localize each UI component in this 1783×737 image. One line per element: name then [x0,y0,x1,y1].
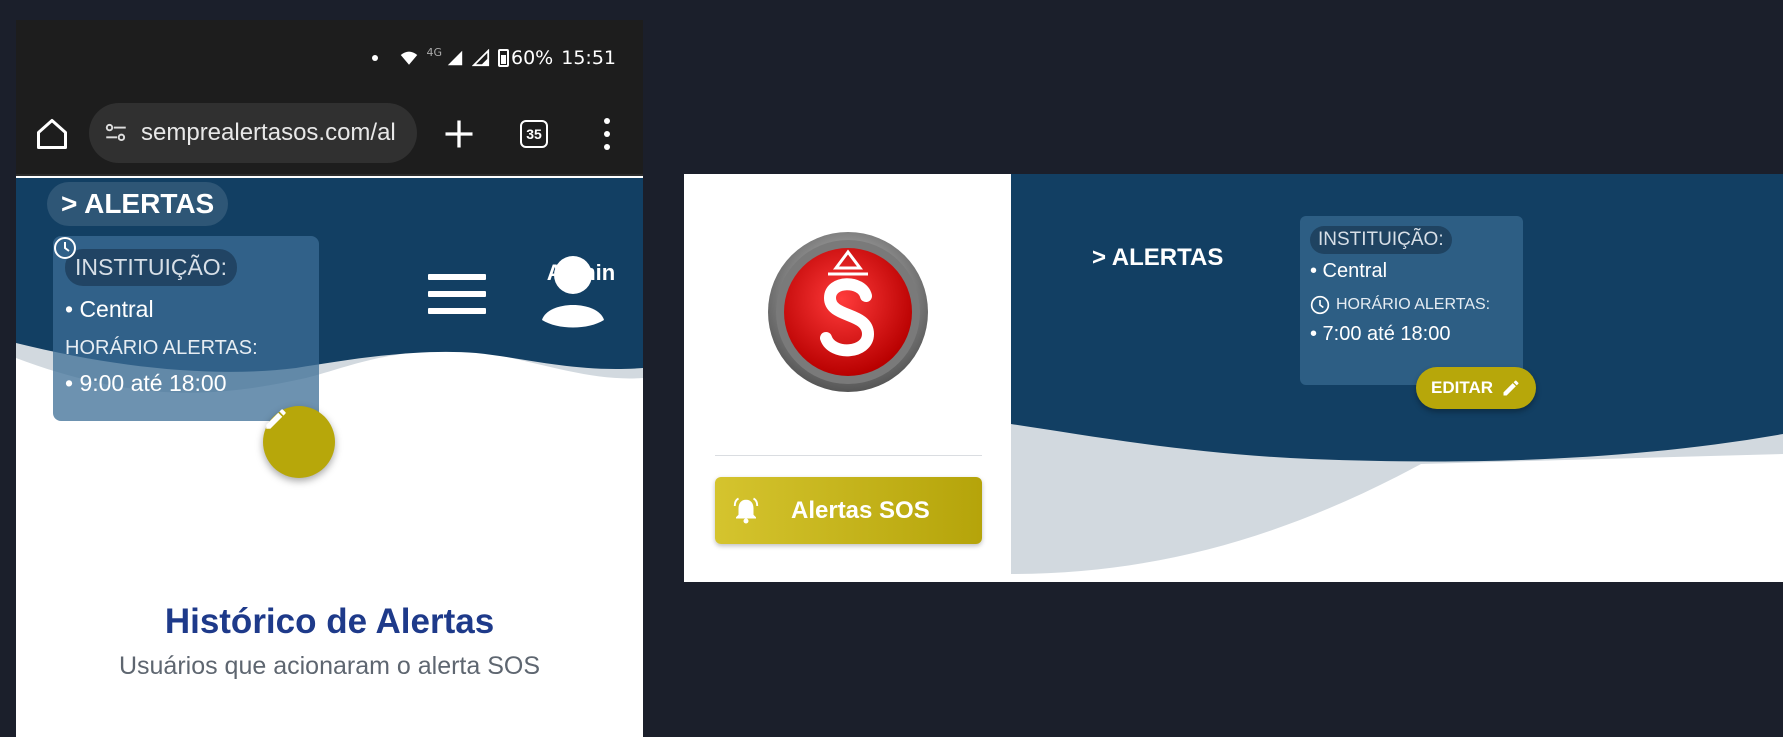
institution-card: INSTITUIÇÃO: • Central HORÁRIO ALERTAS: … [53,236,319,421]
page-subtitle: Usuários que acionaram o alerta SOS [118,652,541,680]
notification-dot-icon [372,54,379,61]
signal-secondary-icon [472,48,490,66]
sidebar-item-label: Alertas SOS [791,496,930,524]
edit-fab-button[interactable] [263,406,335,478]
hours-label: HORÁRIO ALERTAS: [65,337,258,359]
home-icon[interactable] [34,116,70,152]
tab-switcher-button[interactable]: 35 [520,120,548,148]
site-settings-icon[interactable] [103,120,129,146]
new-tab-icon[interactable] [441,116,477,152]
breadcrumb[interactable]: > ALERTAS [1092,244,1223,272]
page-title: Histórico de Alertas [164,602,495,641]
desktop-screen: Alertas SOS > ALERTAS INSTITUIÇÃO: • Cen… [684,174,1783,582]
signal-icon [447,50,463,65]
browser-menu-icon[interactable] [602,118,612,150]
address-bar[interactable]: semprealertasos.com/al [89,103,417,163]
user-avatar-icon [542,256,604,328]
user-profile[interactable]: Admin [540,256,622,328]
institution-value: • Central [65,296,154,322]
battery-icon [498,48,509,67]
edit-button[interactable]: EDITAR [1416,367,1536,409]
clock-icon [1310,295,1330,315]
sidebar-divider [715,455,982,456]
institution-value: • Central [1310,260,1388,282]
clock-icon [54,237,76,259]
mobile-screen: 4G 60% 15:51 semprealertasos.com/al 35 >… [16,20,643,737]
hours-value: • 9:00 até 18:00 [65,370,227,396]
bell-ringing-icon [733,497,759,523]
main-header: > ALERTAS INSTITUIÇÃO: • Central HORÁRIO… [1011,174,1783,582]
sidebar-item-alertas-sos[interactable]: Alertas SOS [715,477,982,544]
page-header: > ALERTAS INSTITUIÇÃO: • Central HORÁRIO… [16,178,643,478]
status-bar: 4G 60% 15:51 [16,20,643,90]
url-text[interactable]: semprealertasos.com/al [141,119,396,147]
browser-toolbar: semprealertasos.com/al 35 [16,90,643,176]
edit-button-label: EDITAR [1430,378,1493,397]
network-type: 4G [426,46,442,59]
hours-value: • 7:00 até 18:00 [1310,323,1451,345]
clock-time: 15:51 [561,46,616,69]
wifi-icon [401,51,418,65]
breadcrumb[interactable]: > ALERTAS [47,182,229,226]
battery-percent: 60% [511,46,554,69]
pencil-icon [1503,380,1519,396]
institution-label: INSTITUIÇÃO: [1310,226,1452,254]
sidebar: Alertas SOS [684,174,1011,582]
pencil-icon [266,409,286,429]
institution-label: INSTITUIÇÃO: [65,249,238,286]
sempre-alerta-logo [768,232,928,392]
institution-card: INSTITUIÇÃO: • Central HORÁRIO ALERTAS: … [1300,216,1523,385]
hours-label: HORÁRIO ALERTAS: [1336,296,1491,313]
hamburger-menu-icon[interactable] [428,274,486,314]
tab-count: 35 [526,126,542,142]
